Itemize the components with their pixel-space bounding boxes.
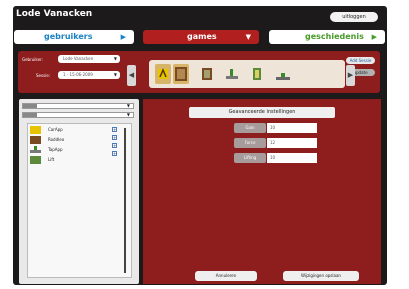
chevron-down-icon: ▼ bbox=[126, 112, 130, 117]
arrow-right-icon: ▶ bbox=[347, 71, 354, 79]
cabinet-icon bbox=[202, 68, 212, 80]
add-icon[interactable]: + bbox=[112, 143, 117, 148]
lifting-input[interactable]: 10 bbox=[267, 153, 317, 163]
game-thumb-carapp[interactable] bbox=[155, 64, 171, 84]
tap-icon bbox=[30, 146, 41, 153]
setting-label: Gain bbox=[234, 123, 266, 133]
game-thumbnail-strip bbox=[149, 60, 345, 88]
list-item[interactable]: Lift bbox=[30, 156, 120, 165]
session-select-value: 1 - 15-06-2009 bbox=[63, 72, 93, 77]
game-name: TapApp bbox=[48, 147, 63, 152]
app-title: Lode Vanacken bbox=[16, 9, 93, 19]
tab-users-label: gebruikers bbox=[44, 32, 93, 41]
chevron-down-icon: ▼ bbox=[245, 33, 251, 41]
user-select-value: Lode Vanacken bbox=[63, 56, 94, 61]
game-name: Roddleo bbox=[48, 137, 65, 142]
cabinet-icon bbox=[175, 67, 187, 81]
settings-title: Geavanceerde instellingen bbox=[189, 107, 335, 118]
tab-games-label: games bbox=[187, 32, 217, 41]
cancel-button[interactable]: Annuleren bbox=[195, 271, 257, 281]
filter-dropdown-1[interactable]: ▼ bbox=[22, 103, 134, 109]
game-thumb-lift[interactable] bbox=[249, 64, 265, 84]
tap-icon bbox=[226, 69, 238, 79]
app-window: Lode Vanacken uitloggen gebruikers ▶ gam… bbox=[13, 6, 387, 285]
setting-row-gain: Gain 10 bbox=[222, 123, 317, 133]
lift-icon bbox=[253, 68, 261, 80]
chevron-down-icon: ▼ bbox=[126, 103, 130, 108]
add-icon[interactable]: + bbox=[112, 135, 117, 140]
force-input[interactable]: 12 bbox=[267, 138, 317, 148]
play-icon: ▶ bbox=[371, 33, 377, 41]
list-item[interactable]: Roddleo bbox=[30, 136, 120, 145]
gain-input[interactable]: 10 bbox=[267, 123, 317, 133]
session-select[interactable]: 1 - 15-06-2009 ▼ bbox=[58, 71, 120, 79]
game-name: Lift bbox=[48, 157, 55, 162]
chevron-down-icon: ▼ bbox=[113, 56, 117, 61]
tab-history-label: geschiedenis bbox=[305, 32, 364, 41]
car-icon bbox=[158, 68, 168, 79]
user-label: Gebruiker: bbox=[22, 57, 43, 62]
add-icon[interactable]: + bbox=[112, 151, 117, 156]
game-list: CarApp Roddleo TapApp Lift + + + + bbox=[27, 123, 132, 278]
game-name: CarApp bbox=[48, 127, 63, 132]
game-library-panel: ▼ ▼ CarApp Roddleo TapApp Lift + + + + bbox=[19, 99, 139, 284]
chevron-down-icon: ▼ bbox=[113, 72, 117, 77]
car-icon bbox=[30, 126, 41, 134]
scroll-right-button[interactable]: ▶ bbox=[346, 65, 355, 86]
lift-icon bbox=[30, 156, 41, 164]
list-item[interactable]: TapApp bbox=[30, 146, 120, 155]
arrow-left-icon: ◀ bbox=[128, 71, 135, 79]
tab-games[interactable]: games ▼ bbox=[143, 30, 259, 44]
game-thumb-platform[interactable] bbox=[275, 64, 291, 84]
game-thumb-roddleo-2[interactable] bbox=[199, 64, 215, 84]
tab-history[interactable]: geschiedenis ▶ bbox=[269, 30, 385, 44]
save-changes-button[interactable]: Wijzigingen opslaan bbox=[283, 271, 359, 281]
scroll-left-button[interactable]: ◀ bbox=[127, 65, 136, 86]
settings-panel: Geavanceerde instellingen Gain 10 Force … bbox=[143, 99, 381, 284]
dropdown-tag bbox=[23, 113, 37, 117]
setting-row-lifting: Lifting 10 bbox=[222, 153, 317, 163]
add-session-button[interactable]: Add Sessie bbox=[346, 57, 375, 64]
game-thumb-tapapp[interactable] bbox=[223, 64, 239, 84]
dropdown-tag bbox=[23, 104, 37, 108]
game-thumb-roddleo[interactable] bbox=[173, 64, 189, 84]
setting-label: Force bbox=[234, 138, 266, 148]
filter-dropdown-2[interactable]: ▼ bbox=[22, 112, 134, 118]
setting-label: Lifting bbox=[234, 153, 266, 163]
session-label: Sessie: bbox=[36, 73, 51, 78]
setting-row-force: Force 12 bbox=[222, 138, 317, 148]
cabinet-icon bbox=[30, 136, 41, 144]
scrollbar[interactable] bbox=[124, 128, 126, 273]
play-icon: ▶ bbox=[120, 33, 126, 41]
user-select[interactable]: Lode Vanacken ▼ bbox=[58, 55, 120, 63]
tab-users[interactable]: gebruikers ▶ bbox=[14, 30, 134, 44]
add-icon[interactable]: + bbox=[112, 127, 117, 132]
list-item[interactable]: CarApp bbox=[30, 126, 120, 135]
platform-icon bbox=[276, 73, 290, 80]
logout-button[interactable]: uitloggen bbox=[330, 12, 378, 22]
